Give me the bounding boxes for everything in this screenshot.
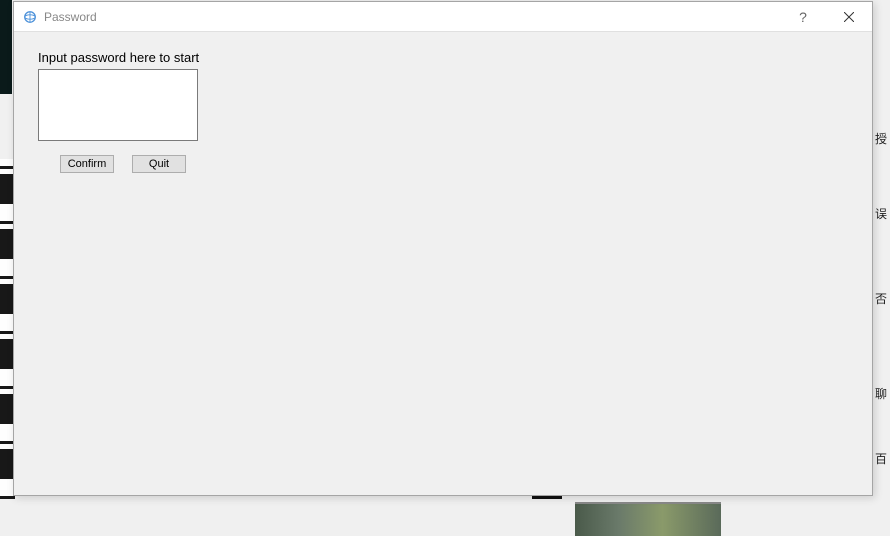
background-text: 否 [875,290,890,307]
app-icon [22,9,38,25]
window-title: Password [44,10,780,24]
password-input[interactable] [38,69,198,141]
titlebar[interactable]: Password ? [14,2,872,32]
close-icon [844,9,854,25]
background-text: 百 [875,450,890,467]
background-text: 误 [875,205,890,222]
background-text: 聊 [875,385,890,402]
password-prompt-label: Input password here to start u [38,50,200,65]
background-image-thumbnail [575,502,721,536]
confirm-button[interactable]: Confirm [60,155,114,173]
background-dark-strip [0,0,12,94]
background-text: 授 [875,130,890,147]
button-row: Confirm Quit [38,155,848,173]
dialog-content: Input password here to start u Confirm Q… [14,32,872,191]
close-button[interactable] [826,2,872,32]
titlebar-controls: ? [780,2,872,31]
password-dialog-window: Password ? Input password here to start … [13,1,873,496]
help-button[interactable]: ? [780,2,826,32]
help-icon: ? [799,9,807,25]
quit-button[interactable]: Quit [132,155,186,173]
